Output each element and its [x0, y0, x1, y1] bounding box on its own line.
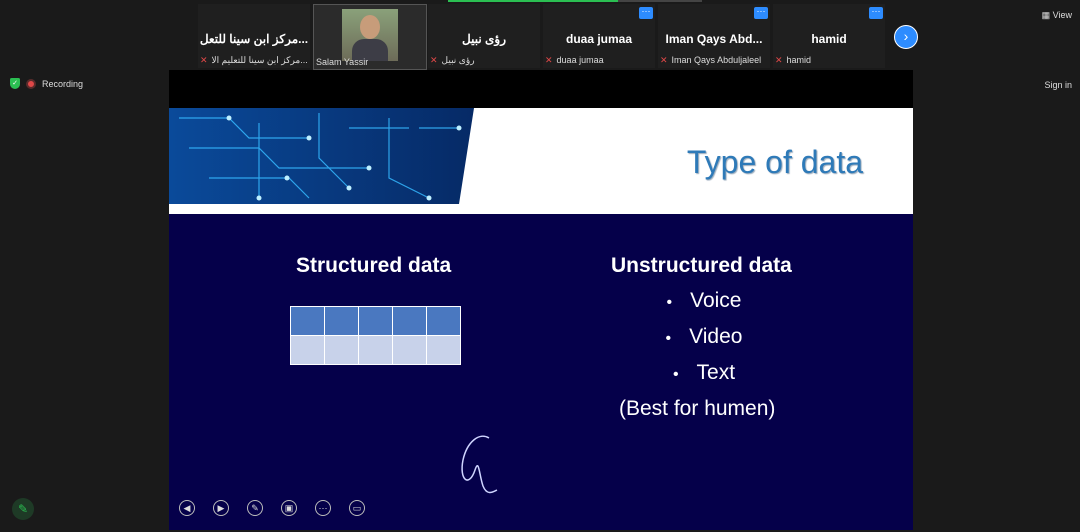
participant-label: ✕ مركز ابن سينا للتعليم الا...	[200, 55, 308, 65]
screen-icon[interactable]: ▭	[349, 500, 365, 516]
more-icon[interactable]: ⋯	[315, 500, 331, 516]
mute-icon: ✕	[200, 55, 208, 65]
shield-icon: ✓	[10, 78, 20, 89]
slide-banner: Type of data	[169, 108, 913, 214]
circuit-image	[169, 108, 474, 204]
prev-icon[interactable]: ◀	[179, 500, 195, 516]
unstructured-heading: Unstructured data	[611, 254, 792, 277]
unstructured-list: Voice Video Text	[609, 286, 799, 394]
recording-label: Recording	[42, 78, 84, 89]
slide-controls: ◀ ▶ ✎ ▣ ⋯ ▭	[179, 500, 365, 516]
more-options-icon[interactable]: ···	[754, 7, 768, 19]
sign-in-link[interactable]: Sign in	[1044, 80, 1072, 90]
participant-name: Iman Qays Abd...	[665, 32, 763, 46]
participant-name: رؤى نبيل	[462, 32, 506, 46]
participant-strip: مركز ابن سينا للتعل... ✕ مركز ابن سينا لل…	[198, 0, 886, 70]
mute-icon: ✕	[545, 55, 553, 65]
mute-icon: ✕	[775, 55, 783, 65]
record-icon	[26, 78, 36, 89]
next-icon[interactable]: ▶	[213, 500, 229, 516]
pen-icon[interactable]: ✎	[247, 500, 263, 516]
participant-label: ✕ hamid	[775, 55, 812, 65]
slide-top-band	[169, 70, 913, 108]
list-item: Voice	[609, 286, 799, 322]
mute-icon: ✕	[430, 55, 438, 65]
participant-name: duaa jumaa	[565, 32, 633, 46]
participant-name: مركز ابن سينا للتعل...	[199, 32, 309, 46]
participant-label: ✕ رؤى نبيل	[430, 55, 475, 65]
more-options-icon[interactable]: ···	[869, 7, 883, 19]
view-button[interactable]: ▦ View	[1042, 10, 1072, 21]
participant-name: hamid	[811, 32, 847, 46]
participant-video	[342, 9, 398, 61]
participant-tile-video[interactable]: Salam Yassir	[313, 4, 427, 70]
recording-indicator: ✓ Recording	[10, 78, 83, 89]
participant-tile[interactable]: ··· duaa jumaa ✕ duaa jumaa	[543, 4, 655, 68]
annotate-pencil-icon[interactable]: ✎	[12, 498, 34, 520]
list-item: Video	[609, 322, 799, 358]
participant-label: ✕ duaa jumaa	[545, 55, 604, 65]
shared-slide: Type of data Structured data Unstructure…	[169, 70, 913, 530]
mute-icon: ✕	[660, 55, 668, 65]
participant-tile[interactable]: ··· Iman Qays Abd... ✕ Iman Qays Abduljal…	[658, 4, 770, 68]
participant-tile[interactable]: رؤى نبيل ✕ رؤى نبيل	[428, 4, 540, 68]
pointer-icon[interactable]: ▣	[281, 500, 297, 516]
annotation-scribble	[461, 435, 498, 494]
list-item: Text	[609, 358, 799, 394]
participant-label: ✕ Iman Qays Abduljaleel	[660, 55, 762, 65]
structured-heading: Structured data	[296, 254, 452, 277]
participant-label: Salam Yassir	[316, 57, 369, 67]
participant-tile[interactable]: ··· hamid ✕ hamid	[773, 4, 885, 68]
more-options-icon[interactable]: ···	[639, 7, 653, 19]
structured-table-graphic	[290, 306, 461, 365]
next-page-button[interactable]: ›	[894, 25, 918, 49]
participant-tile[interactable]: مركز ابن سينا للتعل... ✕ مركز ابن سينا لل…	[198, 4, 310, 68]
slide-title: Type of data	[686, 144, 863, 180]
unstructured-note: (Best for humen)	[619, 397, 776, 420]
